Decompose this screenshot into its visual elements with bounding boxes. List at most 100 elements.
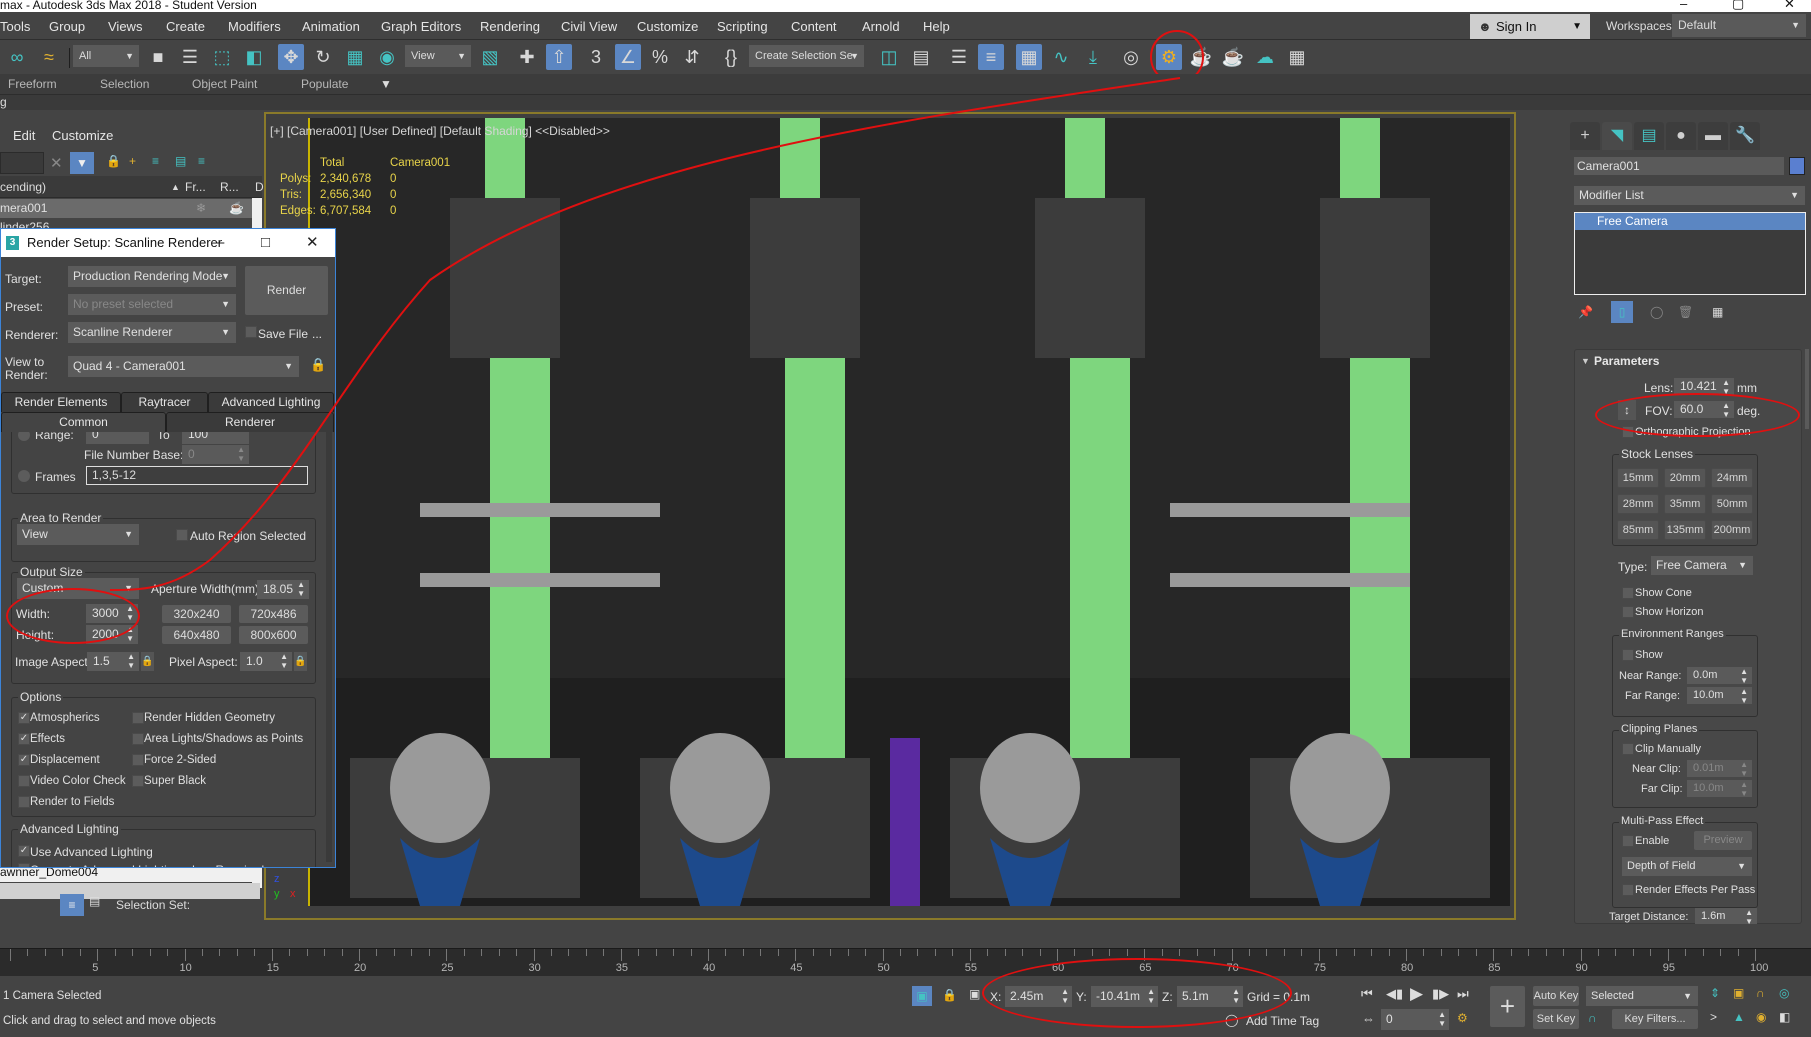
explorer-column-header[interactable]: cending) ▲ Fr... R... D [0,176,264,198]
maximize-viewport-icon[interactable]: ◧ [1779,1010,1790,1024]
filter-icon[interactable]: ▼ [70,152,94,174]
tab-renderer[interactable]: Renderer [166,412,334,432]
previous-frame-icon[interactable]: ◀▮ [1386,986,1403,1002]
camera-viewport[interactable]: z y x [274,118,1510,906]
env-show-checkbox[interactable] [1622,649,1634,661]
stock-lens-28mm-button[interactable]: 28mm [1617,494,1659,514]
spinner-icon[interactable]: ▲ ▼ [1061,987,1069,1005]
save-file-browse-button[interactable]: ... [312,327,322,341]
spinner-icon[interactable]: ▲ ▼ [1722,401,1730,419]
key-filters-button[interactable]: Key Filters... [1612,1009,1698,1029]
preset-800x600-button[interactable]: 800x600 [239,626,308,644]
freeze-icon[interactable]: ❄ [196,199,206,218]
close-button[interactable]: ✕ [1784,0,1795,10]
render-production-icon[interactable]: ☕ [1220,44,1246,70]
go-to-start-icon[interactable]: ⏮ [1361,986,1373,1002]
explorer-hscrollbar[interactable] [0,883,260,899]
spinner-icon[interactable]: ▲ ▼ [237,445,245,463]
preset-720x486-button[interactable]: 720x486 [239,605,308,623]
show-end-result-icon[interactable]: ▯ [1611,301,1633,323]
scale-icon[interactable]: ▦ [342,44,368,70]
tab-raytracer[interactable]: Raytracer [121,392,208,412]
object-name-input[interactable]: Camera001 [1574,157,1784,175]
angle-snap-icon[interactable]: ∠ [615,44,641,70]
play-icon[interactable]: ▶ [1410,984,1423,1004]
menu-arnold[interactable]: Arnold [862,19,900,34]
rotate-icon[interactable]: ↻ [310,44,336,70]
zoom-all-icon[interactable]: ▣ [1733,986,1744,1000]
a360-gallery-icon[interactable]: ▦ [1284,44,1310,70]
menu-scripting[interactable]: Scripting [717,19,768,34]
command-panel-scrollbar[interactable] [1805,349,1809,429]
spinner-icon[interactable]: ▲ ▼ [280,652,288,670]
key-mode-dropdown[interactable]: Selected ▼ [1586,986,1698,1006]
auto-region-checkbox[interactable] [176,529,188,541]
object-color-swatch[interactable] [1789,157,1805,175]
explorer-search-input[interactable] [0,152,44,174]
area-to-render-dropdown[interactable]: View ▼ [17,524,139,545]
spinner-icon[interactable]: ▲ ▼ [297,580,305,598]
snaps-toggle-icon[interactable]: 3 [583,44,609,70]
placement-icon[interactable]: ◉ [374,44,400,70]
spinner-snap-icon[interactable]: ⇵ [679,44,705,70]
schematic-view-icon[interactable]: ⤓ [1080,44,1106,70]
file-number-base-field[interactable]: 0 ▲ ▼ [182,445,249,464]
stock-lens-135mm-button[interactable]: 135mm [1664,520,1706,540]
stock-lens-24mm-button[interactable]: 24mm [1711,468,1753,488]
spinner-icon[interactable]: ▲ ▼ [1438,1010,1446,1028]
clip-manually-checkbox[interactable] [1622,743,1634,755]
render-setup-icon[interactable]: ⚙ [1156,44,1182,70]
effects-checkbox[interactable]: ✓ [18,733,30,745]
time-tag-icon[interactable]: ◯ [1225,1013,1238,1027]
frames-input[interactable]: 1,3,5-12 [86,466,308,485]
range-to-field[interactable]: 100 [182,432,249,444]
target-dropdown[interactable]: Production Rendering Mode ▼ [68,266,236,287]
motion-tab-icon[interactable]: ● [1666,122,1696,150]
parameters-title[interactable]: Parameters [1594,354,1659,368]
camera-type-dropdown[interactable]: Free Camera ▼ [1651,556,1753,575]
spinner-icon[interactable]: ▲ ▼ [1722,378,1730,396]
window-crossing-icon[interactable]: ◧ [241,44,267,70]
scene-explorer-icon[interactable]: ▦ [1016,44,1042,70]
pin-stack-icon[interactable]: 📌 [1578,305,1593,319]
preset-320x240-button[interactable]: 320x240 [162,605,231,623]
maximize-button[interactable]: ▢ [1732,0,1744,10]
zoom-extents-icon[interactable]: ∩ [1756,986,1765,1000]
current-frame-field[interactable]: 0 ▲ ▼ [1381,1009,1449,1030]
remove-modifier-icon[interactable]: 🗑 [1678,305,1693,319]
preset-640x480-button[interactable]: 640x480 [162,626,231,644]
zoom-extents-all-icon[interactable]: ◎ [1779,986,1789,1000]
fov-direction-icon[interactable]: ↕ [1618,400,1636,420]
width-field[interactable]: 3000 ▲ ▼ [86,604,138,623]
material-editor-icon[interactable]: ◎ [1118,44,1144,70]
lock-pixel-aspect-icon[interactable]: 🔒 [294,652,307,671]
ribbon-tab-populate[interactable]: Populate [301,77,348,91]
menu-civil-view[interactable]: Civil View [561,19,617,34]
spinner-icon[interactable]: ▲ ▼ [1147,987,1155,1005]
time-configuration-icon[interactable]: ⚙ [1457,1011,1468,1025]
clear-search-icon[interactable]: ✕ [50,154,63,172]
explorer-menu-customize[interactable]: Customize [52,128,113,143]
dialog-minimize-button[interactable]: – [216,229,224,257]
hierarchy-mode-icon[interactable]: ▤ [89,894,100,908]
spinner-icon[interactable]: ▲ ▼ [1740,667,1748,685]
sign-in-button[interactable]: ☻ Sign In ▼ [1470,14,1590,39]
menu-create[interactable]: Create [166,19,205,34]
selection-filter-dropdown[interactable]: All ▼ [73,45,139,67]
rendered-frame-window-icon[interactable]: ☕ [1188,44,1214,70]
go-to-end-icon[interactable]: ⏭ [1457,986,1469,1002]
align-icon[interactable]: ▤ [908,44,934,70]
select-manipulate-icon[interactable]: ✚ [514,44,540,70]
layer-explorer-icon[interactable]: ☰ [946,44,972,70]
stack-item-free-camera[interactable]: Free Camera [1575,213,1805,230]
lock-aspect-icon[interactable]: 🔒 [141,652,154,671]
dialog-scrollbar[interactable] [326,432,332,862]
render-in-cloud-icon[interactable]: ☁ [1252,44,1278,70]
workspaces-select[interactable]: Default ▼ [1672,14,1806,37]
curve-editor-icon[interactable]: ∿ [1048,44,1074,70]
orbit-icon[interactable]: ◉ [1756,1010,1766,1024]
layer-mode-icon[interactable]: ≡ [60,894,84,916]
menu-modifiers[interactable]: Modifiers [228,19,281,34]
dialog-close-button[interactable]: ✕ [306,229,319,257]
fov-field[interactable]: 60.0 ▲ ▼ [1674,401,1734,419]
